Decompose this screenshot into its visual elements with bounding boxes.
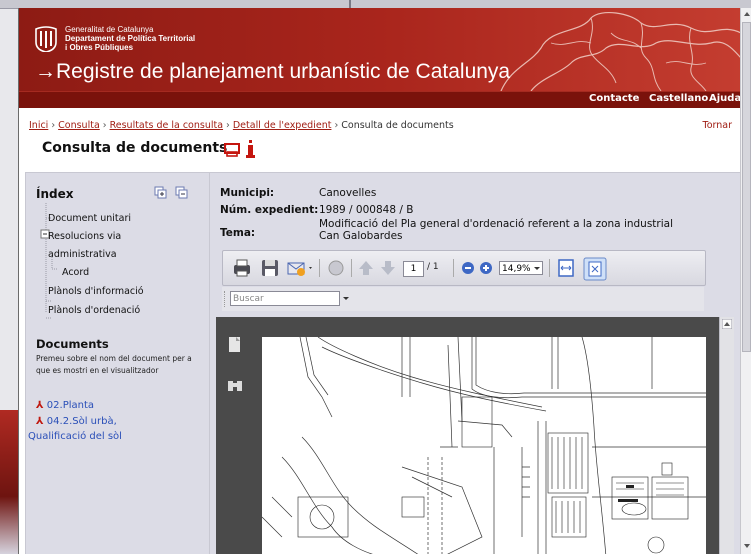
breadcrumb-inici[interactable]: Inici — [29, 120, 48, 131]
index-title: Índex — [36, 187, 74, 201]
save-icon[interactable] — [259, 257, 281, 279]
breadcrumb-separator: › — [102, 120, 107, 131]
top-navigation: Contacte Castellano Ajuda — [19, 91, 741, 108]
fit-page-icon[interactable] — [583, 257, 607, 281]
tree-item-plans-ordenacio[interactable]: Plànols d'ordenació — [48, 305, 140, 316]
toolbar-divider — [351, 259, 352, 277]
background-divider — [349, 0, 351, 8]
chevron-down-icon[interactable] — [342, 296, 350, 302]
municipi-value: Canovelles — [319, 187, 377, 199]
ajuda-link[interactable]: Ajuda — [709, 93, 741, 104]
pdf-icon: ⅄ — [36, 416, 44, 427]
breadcrumb-separator: › — [334, 120, 339, 131]
print-icon[interactable] — [231, 257, 253, 279]
document-link-planta[interactable]: ⅄ 02.Planta — [36, 400, 94, 411]
org-line-2: Departament de Política Territorial — [65, 34, 196, 43]
breadcrumb-resultats[interactable]: Resultats de la consulta — [110, 120, 223, 131]
toolbar-grip — [224, 291, 228, 307]
breadcrumb-consulta[interactable]: Consulta — [58, 120, 100, 131]
chevron-down-icon[interactable] — [533, 266, 541, 272]
tree-item-resolucions[interactable]: Resolucions via — [48, 231, 121, 242]
document-panel: Municipi: Canovelles Núm. expedient: 198… — [209, 172, 741, 554]
contacte-link[interactable]: Contacte — [589, 93, 639, 104]
tema-row: Tema: Modificació del Pla general d'orde… — [220, 218, 730, 246]
municipi-row: Municipi: Canovelles — [220, 187, 720, 201]
breadcrumb: Inici › Consulta › Resultats de la consulta ›… — [29, 120, 454, 131]
previous-page-icon[interactable] — [355, 257, 377, 279]
pdf-icon: ⅄ — [36, 400, 44, 411]
page-title: Consulta de documents — [42, 140, 228, 156]
breadcrumb-detall[interactable]: Detall de l'expedient — [233, 120, 332, 131]
expedient-row: Núm. expedient: 1989 / 000848 / B — [220, 204, 720, 218]
pdf-toolbar: 1 / 1 14,9% — [222, 250, 706, 286]
org-line-1: Generalitat de Catalunya — [65, 25, 154, 34]
tornar-link[interactable]: Tornar — [703, 120, 733, 131]
scroll-thumb[interactable] — [742, 22, 751, 352]
breadcrumb-current: Consulta de documents — [341, 120, 454, 131]
documents-help: Premeu sobre el nom del document per a q… — [36, 354, 192, 375]
toolbar-divider — [549, 259, 550, 277]
org-line-3: i Obres Públiques — [65, 43, 134, 52]
breadcrumb-separator: › — [226, 120, 230, 131]
expedient-value: 1989 / 000848 / B — [319, 204, 414, 216]
toolbar-divider — [453, 259, 454, 277]
tree-item-acord[interactable]: Acord — [62, 267, 89, 278]
zoom-in-icon[interactable] — [477, 257, 495, 279]
binoculars-icon[interactable] — [226, 377, 244, 395]
document-link-sol-urba[interactable]: ⅄ 04.2.Sòl urbà, — [36, 416, 117, 427]
tema-label: Tema: — [220, 227, 256, 239]
page-title-actions — [223, 138, 263, 158]
pdf-viewer — [216, 317, 734, 554]
generalitat-logo-icon — [35, 26, 57, 52]
castellano-link[interactable]: Castellano — [649, 93, 708, 104]
organization-name: Generalitat de Catalunya Departament de … — [65, 25, 195, 52]
tree-tools — [154, 185, 194, 204]
tema-value-line2: Can Galobardes — [319, 230, 403, 242]
expand-all-icon[interactable] — [154, 186, 167, 199]
viewer-side-tools — [216, 317, 254, 554]
document-link-sol-urba-line2[interactable]: Qualificació del sòl — [28, 431, 122, 442]
tree-item-plans-informacio[interactable]: Plànols d'informació — [48, 286, 144, 297]
document-link-sol-urba-label[interactable]: 04.2.Sòl urbà, — [47, 416, 117, 427]
tema-value-line1: Modificació del Pla general d'ordenació … — [319, 218, 674, 230]
hand-tool-icon[interactable] — [325, 257, 347, 279]
index-sidebar: Índex Document unitari Resolucions via a… — [25, 172, 211, 554]
document-link-planta-label[interactable]: 02.Planta — [47, 400, 94, 411]
scroll-up-icon[interactable] — [722, 319, 732, 329]
print-icon[interactable] — [224, 143, 240, 157]
toolbar-divider — [319, 259, 320, 277]
tree-item-resolucions-line2[interactable]: administrativa — [48, 249, 117, 260]
tree-item-document-unitari[interactable]: Document unitari — [48, 213, 131, 224]
expedient-label: Núm. expedient: — [220, 204, 319, 216]
fit-width-icon[interactable] — [555, 257, 577, 279]
documents-title: Documents — [36, 337, 109, 351]
pdf-page — [261, 336, 706, 554]
info-icon[interactable] — [246, 140, 255, 158]
breadcrumb-separator: › — [51, 120, 56, 131]
pages-panel-icon[interactable] — [226, 335, 244, 355]
scroll-down-icon[interactable] — [742, 540, 751, 552]
next-page-icon[interactable] — [377, 257, 399, 279]
browser-scrollbar[interactable] — [740, 8, 751, 554]
urban-plan-drawing — [261, 336, 706, 554]
collapse-all-icon[interactable] — [175, 186, 188, 199]
page-total: / 1 — [427, 262, 439, 272]
viewer-scrollbar[interactable] — [719, 317, 734, 554]
scroll-up-icon[interactable] — [742, 8, 751, 20]
plan-stamp-text — [618, 485, 638, 502]
municipi-label: Municipi: — [220, 187, 275, 199]
browser-page: Generalitat de Catalunya Departament de … — [18, 8, 741, 554]
page-number-input[interactable]: 1 — [403, 261, 424, 277]
pdf-search-toolbar: Buscar — [222, 287, 704, 311]
email-icon[interactable] — [285, 257, 315, 279]
site-title: →Registre de planejament urbanístic de C… — [35, 60, 511, 83]
pdf-search-input[interactable]: Buscar — [230, 291, 340, 306]
site-header: Generalitat de Catalunya Departament de … — [19, 8, 741, 91]
zoom-out-icon[interactable] — [459, 257, 477, 279]
